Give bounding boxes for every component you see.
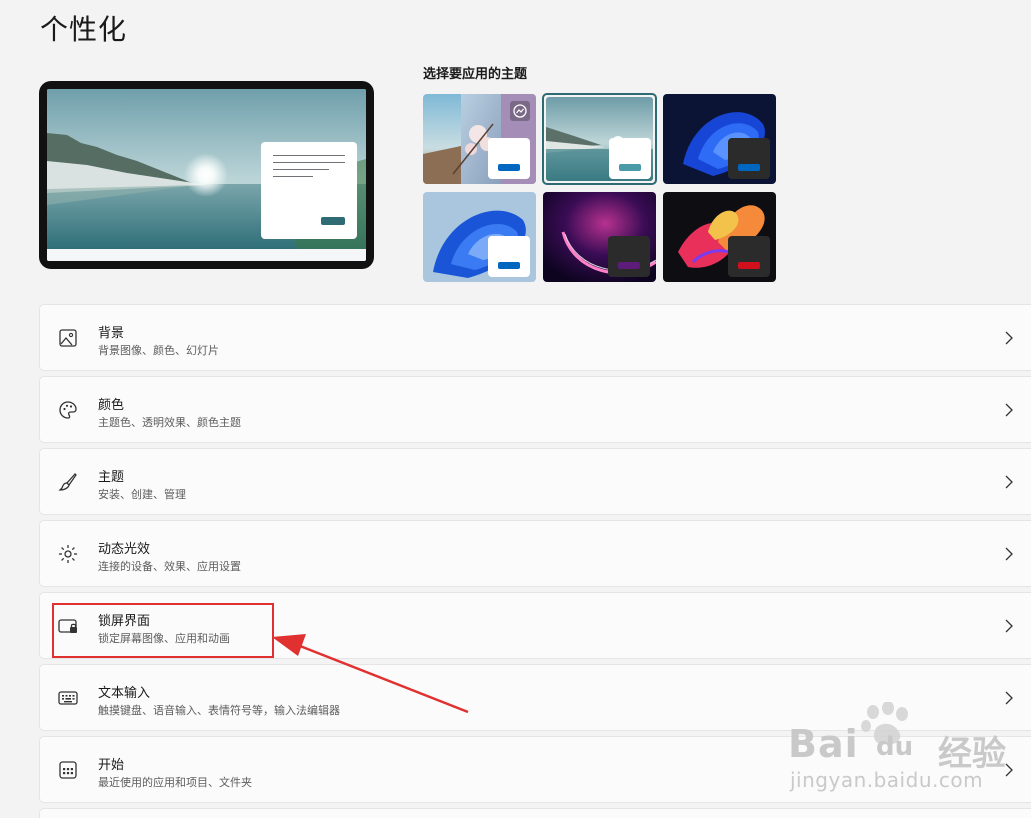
- setting-row-dynamic-lighting[interactable]: 动态光效 连接的设备、效果、应用设置: [39, 520, 1031, 587]
- theme-tile-glow[interactable]: [543, 192, 656, 282]
- setting-title: 颜色: [98, 398, 125, 413]
- setting-title: 主题: [98, 470, 125, 485]
- setting-subtitle: 主题色、透明效果、颜色主题: [98, 416, 241, 429]
- chevron-right-icon: [1005, 403, 1013, 417]
- theme-tile-captured-motion[interactable]: [663, 192, 776, 282]
- annotation-highlight-box: [52, 603, 274, 658]
- theme-tile-flower[interactable]: [423, 94, 536, 184]
- theme-swatch: [738, 262, 760, 269]
- theme-swatch: [619, 164, 641, 171]
- setting-row-background[interactable]: 背景 背景图像、颜色、幻灯片: [39, 304, 1031, 371]
- preview-window: [261, 142, 357, 239]
- theme-swatch: [738, 164, 760, 171]
- page-title: 个性化: [40, 13, 128, 46]
- theme-badge-icon: [510, 101, 530, 121]
- chevron-right-icon: [1005, 475, 1013, 489]
- setting-row-themes[interactable]: 主题 安装、创建、管理: [39, 448, 1031, 515]
- theme-swatch: [498, 164, 520, 171]
- preview-accent-button: [321, 217, 345, 225]
- theme-grid: [423, 93, 778, 284]
- chevron-right-icon: [1005, 331, 1013, 345]
- setting-row-partial: [39, 808, 1031, 818]
- start-icon: [59, 761, 77, 779]
- setting-subtitle: 触摸键盘、语音输入、表情符号等，输入法编辑器: [98, 704, 340, 717]
- setting-title: 开始: [98, 758, 125, 773]
- chevron-right-icon: [1005, 547, 1013, 561]
- lighting-icon: [59, 545, 77, 563]
- theme-tile-lake[interactable]: [542, 93, 657, 185]
- watermark-brand: Bai: [788, 722, 859, 766]
- setting-title: 文本输入: [98, 686, 151, 701]
- setting-title: 背景: [98, 326, 125, 341]
- setting-subtitle: 安装、创建、管理: [98, 488, 186, 501]
- keyboard-icon: [58, 691, 78, 705]
- baidu-watermark: Bai du 经验 jingyan.baidu.com: [788, 701, 1028, 802]
- setting-title: 动态光效: [98, 542, 151, 557]
- watermark-url: jingyan.baidu.com: [790, 768, 984, 792]
- watermark-brand-suffix: du: [876, 732, 914, 762]
- themes-heading: 选择要应用的主题: [423, 67, 528, 82]
- setting-subtitle: 最近使用的应用和项目、文件夹: [98, 776, 252, 789]
- palette-icon: [59, 401, 77, 419]
- brush-icon: [58, 473, 77, 491]
- setting-subtitle: 连接的设备、效果、应用设置: [98, 560, 241, 573]
- theme-swatch: [618, 262, 640, 269]
- setting-subtitle: 背景图像、颜色、幻灯片: [98, 344, 219, 357]
- setting-row-colors[interactable]: 颜色 主题色、透明效果、颜色主题: [39, 376, 1031, 443]
- theme-preview: [39, 81, 374, 269]
- theme-tile-light-bloom[interactable]: [423, 192, 536, 282]
- image-icon: [59, 329, 77, 347]
- chevron-right-icon: [1005, 619, 1013, 633]
- theme-swatch: [498, 262, 520, 269]
- theme-tile-dark-bloom[interactable]: [663, 94, 776, 184]
